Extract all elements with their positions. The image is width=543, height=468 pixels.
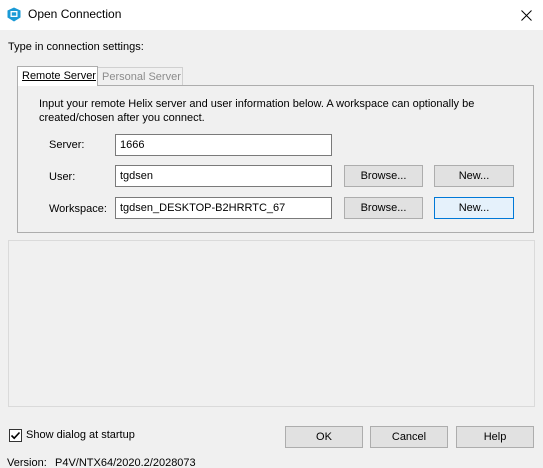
help-button[interactable]: Help — [456, 426, 534, 448]
show-dialog-checkbox[interactable] — [9, 429, 22, 442]
workspace-new-button[interactable]: New... — [434, 197, 514, 219]
title-bar: Open Connection — [0, 0, 543, 30]
user-new-button[interactable]: New... — [434, 165, 514, 187]
p4v-app-icon — [7, 7, 21, 22]
close-button[interactable] — [509, 0, 543, 30]
workspace-browse-button[interactable]: Browse... — [344, 197, 423, 219]
connection-settings-label: Type in connection settings: — [8, 41, 144, 53]
user-input[interactable] — [115, 165, 332, 187]
close-icon — [520, 9, 532, 21]
details-panel — [8, 240, 535, 407]
tab-remote-server-label: Remote Server — [22, 70, 96, 82]
workspace-input[interactable] — [115, 197, 332, 219]
checkmark-icon — [10, 431, 21, 440]
workspace-label: Workspace: — [49, 203, 107, 215]
open-connection-dialog: Open Connection Type in connection setti… — [0, 0, 543, 468]
remote-info-text: Input your remote Helix server and user … — [39, 98, 475, 124]
tab-remote-server[interactable]: Remote Server — [17, 66, 98, 86]
cancel-button[interactable]: Cancel — [370, 426, 448, 448]
user-label: User: — [49, 171, 76, 183]
server-input[interactable] — [115, 134, 332, 156]
show-dialog-label[interactable]: Show dialog at startup — [26, 429, 135, 441]
ok-button[interactable]: OK — [285, 426, 363, 448]
tab-personal-server-label: Personal Server — [102, 71, 181, 83]
server-label: Server: — [49, 139, 85, 151]
version-label: Version: — [7, 457, 47, 468]
window-title: Open Connection — [28, 7, 122, 21]
version-value: P4V/NTX64/2020.2/2028073 — [55, 457, 196, 468]
user-browse-button[interactable]: Browse... — [344, 165, 423, 187]
tab-personal-server[interactable]: Personal Server — [97, 67, 183, 86]
remote-server-panel: Input your remote Helix server and user … — [17, 85, 534, 233]
